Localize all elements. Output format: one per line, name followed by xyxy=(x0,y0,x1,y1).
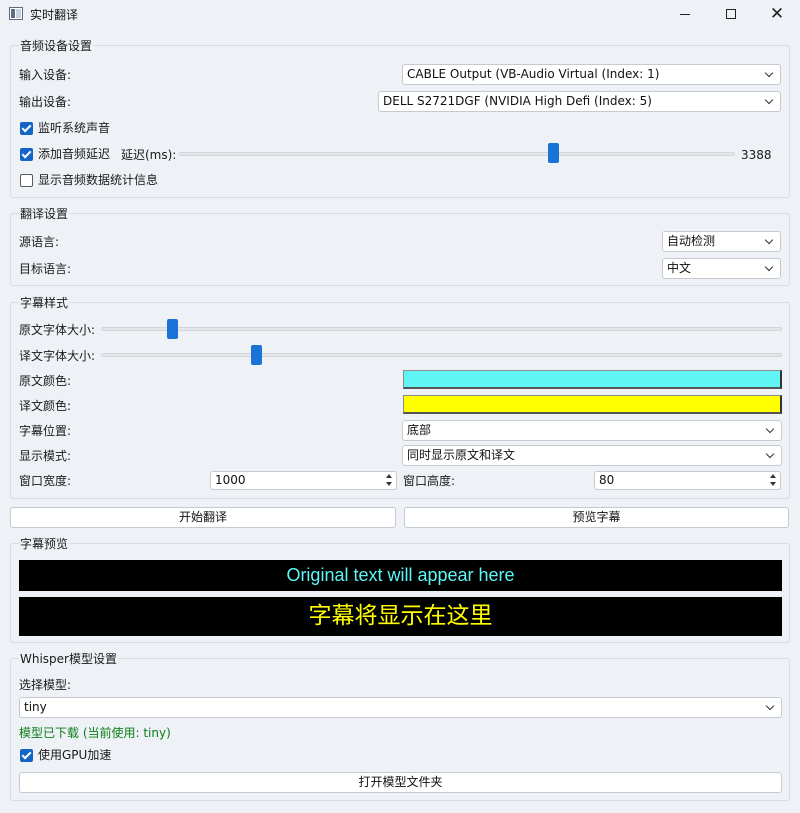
monitor-system-checkbox[interactable] xyxy=(20,122,33,135)
source-language-label: 源语言: xyxy=(19,235,60,249)
subtitle-position-label: 字幕位置: xyxy=(19,424,72,438)
audio-stats-checkbox[interactable] xyxy=(20,174,33,187)
output-device-select[interactable]: DELL S2721DGF (NVIDIA High Defi (Index: … xyxy=(378,91,781,112)
model-value: tiny xyxy=(24,700,47,714)
source-language-value: 自动检测 xyxy=(667,234,716,248)
output-device-label: 输出设备: xyxy=(19,95,72,109)
whisper-settings-title: Whisper模型设置 xyxy=(19,652,118,666)
original-color-button[interactable] xyxy=(403,370,782,389)
delay-ms-label: 延迟(ms): xyxy=(121,148,177,162)
minimize-icon xyxy=(680,13,690,15)
original-font-size-label: 原文字体大小: xyxy=(19,323,96,337)
preview-subtitle-button[interactable]: 预览字幕 xyxy=(404,507,789,528)
window-title: 实时翻译 xyxy=(30,8,79,22)
chevron-down-icon xyxy=(765,95,775,107)
close-icon: ✕ xyxy=(769,4,785,24)
select-model-label: 选择模型: xyxy=(19,678,72,692)
delay-slider-handle[interactable] xyxy=(548,143,559,163)
original-text-preview: Original text will appear here xyxy=(19,560,782,591)
display-mode-select[interactable]: 同时显示原文和译文 xyxy=(402,445,782,466)
gpu-acceleration-label: 使用GPU加速 xyxy=(38,748,112,762)
whisper-settings-group: Whisper模型设置 选择模型: tiny 模型已下载 (当前使用: tiny… xyxy=(10,653,790,801)
original-font-size-slider[interactable] xyxy=(101,327,782,331)
chevron-down-icon xyxy=(766,449,776,461)
model-status-text: 模型已下载 (当前使用: tiny) xyxy=(19,726,171,740)
audio-settings-group: 音频设备设置 输入设备: CABLE Output (VB-Audio Virt… xyxy=(10,40,790,198)
open-model-folder-button[interactable]: 打开模型文件夹 xyxy=(19,772,782,793)
chevron-down-icon xyxy=(765,235,775,247)
maximize-button[interactable] xyxy=(708,0,754,28)
window-width-spinbox[interactable]: 1000 xyxy=(210,471,397,490)
translation-settings-group: 翻译设置 源语言: 自动检测 目标语言: 中文 xyxy=(10,208,790,286)
monitor-system-label: 监听系统声音 xyxy=(38,121,111,135)
target-language-label: 目标语言: xyxy=(19,262,72,276)
gpu-acceleration-checkbox[interactable] xyxy=(20,749,33,762)
translated-text-preview: 字幕将显示在这里 xyxy=(19,597,782,636)
audio-settings-title: 音频设备设置 xyxy=(19,39,94,53)
translated-color-label: 译文颜色: xyxy=(19,399,72,413)
subtitle-position-select[interactable]: 底部 xyxy=(402,420,782,441)
delay-value: 3388 xyxy=(741,148,772,162)
chevron-down-icon xyxy=(765,68,775,80)
delay-slider[interactable] xyxy=(179,152,735,156)
display-mode-label: 显示模式: xyxy=(19,449,72,463)
spin-arrows-icon[interactable] xyxy=(767,472,779,489)
display-mode-value: 同时显示原文和译文 xyxy=(407,448,516,462)
subtitle-style-title: 字幕样式 xyxy=(19,296,70,310)
chevron-down-icon xyxy=(766,424,776,436)
window-height-spinbox[interactable]: 80 xyxy=(594,471,781,490)
input-device-select[interactable]: CABLE Output (VB-Audio Virtual (Index: 1… xyxy=(402,64,781,85)
output-device-value: DELL S2721DGF (NVIDIA High Defi (Index: … xyxy=(383,94,652,108)
chevron-down-icon xyxy=(766,701,776,713)
subtitle-position-value: 底部 xyxy=(407,423,432,437)
window-height-label: 窗口高度: xyxy=(403,474,456,488)
target-language-value: 中文 xyxy=(667,261,692,275)
translated-font-size-label: 译文字体大小: xyxy=(19,349,96,363)
title-bar: 实时翻译 ✕ xyxy=(0,0,800,28)
audio-stats-label: 显示音频数据统计信息 xyxy=(38,173,159,187)
start-translation-button[interactable]: 开始翻译 xyxy=(10,507,396,528)
source-language-select[interactable]: 自动检测 xyxy=(662,231,781,252)
window-width-value: 1000 xyxy=(215,473,246,487)
target-language-select[interactable]: 中文 xyxy=(662,258,781,279)
close-button[interactable]: ✕ xyxy=(754,0,800,28)
spin-arrows-icon[interactable] xyxy=(383,472,395,489)
translated-font-size-handle[interactable] xyxy=(251,345,262,365)
subtitle-style-group: 字幕样式 原文字体大小: 译文字体大小: 原文颜色: 译文颜色: 字幕位置: 底… xyxy=(10,297,790,499)
subtitle-preview-group: 字幕预览 Original text will appear here 字幕将显… xyxy=(10,538,790,643)
minimize-button[interactable] xyxy=(662,0,708,28)
app-icon xyxy=(9,7,23,20)
translation-settings-title: 翻译设置 xyxy=(19,207,70,221)
input-device-label: 输入设备: xyxy=(19,68,72,82)
window-width-label: 窗口宽度: xyxy=(19,474,72,488)
original-color-label: 原文颜色: xyxy=(19,374,72,388)
translated-font-size-slider[interactable] xyxy=(101,353,782,357)
input-device-value: CABLE Output (VB-Audio Virtual (Index: 1… xyxy=(407,67,660,81)
audio-delay-checkbox[interactable] xyxy=(20,148,33,161)
window-height-value: 80 xyxy=(599,473,615,487)
subtitle-preview-title: 字幕预览 xyxy=(19,537,70,551)
translated-color-button[interactable] xyxy=(403,395,782,414)
model-select[interactable]: tiny xyxy=(19,697,782,718)
audio-delay-label: 添加音频延迟 xyxy=(38,147,111,161)
maximize-icon xyxy=(726,9,736,19)
original-font-size-handle[interactable] xyxy=(167,319,178,339)
chevron-down-icon xyxy=(765,262,775,274)
